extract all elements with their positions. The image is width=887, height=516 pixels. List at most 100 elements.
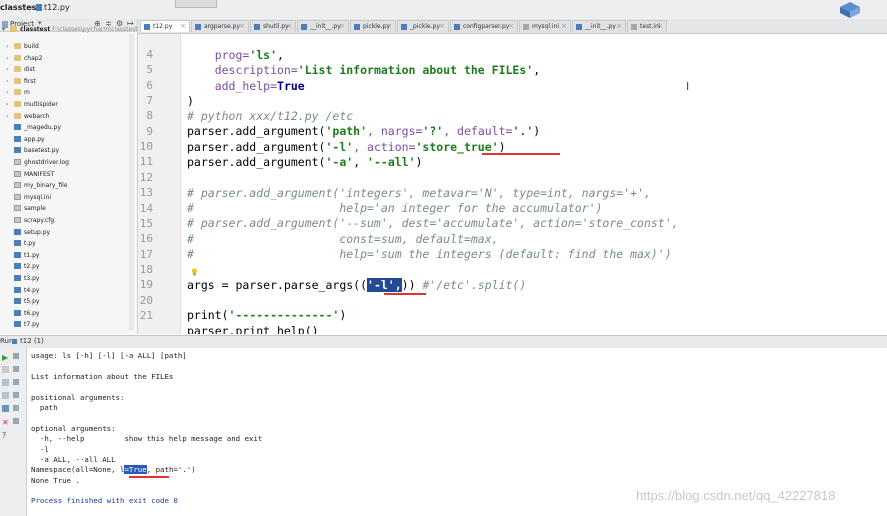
- editor-tab[interactable]: configparser.py ×: [450, 20, 518, 32]
- console-optional-header: optional arguments:: [31, 424, 116, 433]
- expand-arrow-icon[interactable]: ›: [6, 101, 14, 108]
- line-number: 10: [139, 140, 153, 154]
- print-icon[interactable]: [13, 405, 19, 411]
- settings-icon[interactable]: [2, 405, 9, 412]
- close-tab-icon[interactable]: ×: [561, 22, 567, 30]
- close-tab-icon[interactable]: ×: [657, 22, 663, 30]
- restore-layout-icon[interactable]: [2, 379, 9, 386]
- editor-tab[interactable]: test.ini ×: [627, 20, 667, 32]
- close-tab-icon[interactable]: ×: [239, 22, 245, 30]
- editor-tab[interactable]: argparse.py ×: [191, 20, 249, 32]
- file-icon: [14, 205, 21, 212]
- tree-root-name: classtest: [20, 26, 51, 33]
- tree-root[interactable]: ▾ classtest F:\classes\pycharm\classtest: [2, 26, 138, 37]
- run-config-name[interactable]: t12 (1): [20, 337, 44, 345]
- tree-item[interactable]: t5.py: [14, 298, 39, 309]
- tree-item[interactable]: › first: [6, 77, 36, 89]
- close-tab-icon[interactable]: ×: [286, 22, 292, 30]
- tree-item-label: _magedu.py: [24, 124, 61, 132]
- tree-item[interactable]: MANIFEST: [14, 170, 54, 182]
- tree-item[interactable]: t.py: [14, 240, 36, 251]
- expand-arrow-icon[interactable]: ›: [6, 78, 14, 85]
- tree-item[interactable]: › m: [6, 89, 30, 100]
- expand-arrow-icon[interactable]: ▾: [2, 26, 10, 33]
- expand-arrow-icon[interactable]: ›: [6, 55, 14, 62]
- expand-arrow-icon[interactable]: ›: [6, 43, 14, 50]
- console-usage: usage: ls [-h] [-l] [-a ALL] [path]: [31, 351, 187, 360]
- help-icon[interactable]: ?: [2, 431, 9, 440]
- tree-item[interactable]: › multispider: [6, 101, 58, 112]
- tree-item[interactable]: basetest.py: [14, 147, 59, 158]
- editor-tab[interactable]: _pickle.py ×: [397, 20, 449, 32]
- python-file-icon: [14, 135, 21, 142]
- tree-item-label: t7.py: [24, 321, 40, 329]
- line-number: 17: [139, 247, 153, 261]
- line-number: 5: [146, 63, 153, 77]
- tree-item-label: sample: [24, 205, 46, 213]
- tree-item[interactable]: t3.py: [14, 275, 39, 286]
- scroll-down-icon[interactable]: [13, 366, 19, 372]
- pin-icon[interactable]: [2, 392, 9, 399]
- line-number: 8: [146, 109, 153, 123]
- tree-item[interactable]: my_binary_file: [14, 182, 68, 193]
- rerun-icon[interactable]: ▶: [2, 353, 9, 362]
- editor-tab[interactable]: pickle.py ×: [350, 20, 396, 32]
- editor-tab[interactable]: t12.py ×: [140, 20, 190, 32]
- editor-tab[interactable]: __init__.py ×: [297, 20, 349, 32]
- close-tab-icon[interactable]: ×: [386, 22, 392, 30]
- soft-wrap-icon[interactable]: [13, 379, 19, 385]
- tree-item[interactable]: scrapy.cfg: [14, 217, 54, 228]
- editor-tab[interactable]: shutil.py ×: [250, 20, 296, 32]
- tree-item[interactable]: setup.py: [14, 228, 50, 240]
- tree-item[interactable]: ghostdriver.log: [14, 159, 69, 170]
- editor-tab[interactable]: mysql.ini ×: [519, 20, 571, 32]
- close-tab-icon[interactable]: ×: [180, 22, 186, 30]
- tree-item[interactable]: t7.py: [14, 321, 39, 332]
- close-tab-icon[interactable]: ×: [616, 22, 622, 30]
- expand-arrow-icon[interactable]: ›: [6, 89, 14, 96]
- expand-arrow-icon[interactable]: ›: [6, 113, 14, 120]
- console-none-true: None True .: [31, 476, 80, 485]
- editor-tab[interactable]: __init__.py ×: [572, 20, 626, 32]
- tree-item[interactable]: mysql.ini: [14, 193, 51, 205]
- stop-icon[interactable]: [2, 366, 9, 373]
- tree-item[interactable]: › webarch: [6, 112, 50, 124]
- tree-item[interactable]: › chap2: [6, 54, 42, 66]
- breadcrumb-file[interactable]: t12.py: [44, 3, 70, 12]
- editor-tab-label: shutil.py: [263, 23, 289, 30]
- tree-item[interactable]: › dist: [6, 66, 35, 77]
- python-file-icon: [354, 24, 360, 30]
- scroll-to-end-icon[interactable]: [13, 392, 19, 398]
- tree-item-label: dist: [24, 66, 35, 74]
- code-editor[interactable]: prog='ls', description='List information…: [181, 34, 887, 334]
- run-panel-header: Run t12 (1): [0, 335, 887, 349]
- lightbulb-icon[interactable]: [191, 268, 198, 276]
- tree-item[interactable]: t4.py: [14, 286, 39, 298]
- close-tab-icon[interactable]: ×: [439, 22, 445, 30]
- tree-item[interactable]: t1.py: [14, 251, 39, 263]
- expand-arrow-icon[interactable]: ›: [6, 66, 14, 73]
- tree-item[interactable]: app.py: [14, 135, 45, 147]
- code-line-11: parser.add_argument('-a', '--all'): [187, 155, 423, 169]
- tree-item-label: ghostdriver.log: [24, 159, 69, 166]
- tree-item[interactable]: sample: [14, 205, 46, 216]
- run-config-tab[interactable]: [175, 0, 217, 8]
- close-tab-icon[interactable]: ×: [508, 22, 514, 30]
- text-cursor-icon: I: [686, 80, 690, 93]
- tree-item[interactable]: _magedu.py: [14, 124, 61, 135]
- console-opt-help: -h, --help show this help message and ex…: [31, 434, 263, 443]
- tree-item[interactable]: t6.py: [14, 309, 39, 321]
- console-opt-a: -a ALL, --all ALL: [31, 455, 116, 464]
- close-run-icon[interactable]: ✕: [2, 418, 9, 427]
- code-line-13: # parser.add_argument('integers', metava…: [187, 186, 651, 200]
- breadcrumb-project[interactable]: classtest: [0, 3, 40, 12]
- editor-tab-label: mysql.ini: [532, 23, 560, 30]
- clear-all-icon[interactable]: [13, 418, 19, 424]
- tree-item[interactable]: › build: [6, 43, 39, 54]
- line-number-gutter: 4 5 6 7 8 9 10 11 12 13 14 15 16 17 18 19 20 21: [138, 34, 181, 334]
- close-tab-icon[interactable]: ×: [339, 22, 345, 30]
- scroll-up-icon[interactable]: [13, 353, 19, 359]
- tree-item-label: t5.py: [24, 298, 40, 306]
- tree-item[interactable]: t2.py: [14, 263, 39, 274]
- file-icon: [631, 24, 637, 30]
